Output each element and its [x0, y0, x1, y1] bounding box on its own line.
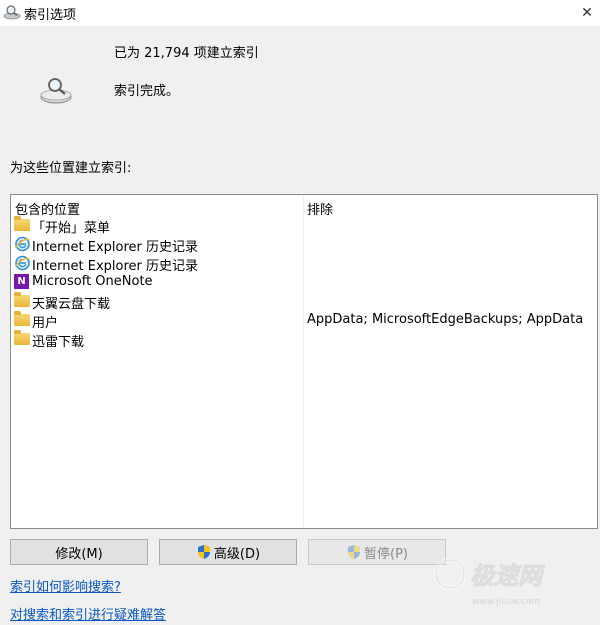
indexed-count-text: 已为 21,794 项建立索引	[114, 46, 259, 61]
advanced-button-label: 高级(D)	[213, 546, 261, 562]
troubleshoot-search-link[interactable]: 对搜索和索引进行疑难解答	[10, 604, 166, 623]
folder-icon	[14, 292, 31, 309]
location-name: 迅雷下载	[32, 335, 85, 350]
modify-button-label: 修改(M)	[55, 546, 103, 562]
window-title: 索引选项	[24, 8, 77, 23]
uac-shield-icon	[348, 545, 360, 559]
location-name: 用户	[32, 316, 59, 331]
how-indexing-affects-search-link[interactable]: 索引如何影响搜索?	[10, 576, 121, 595]
advanced-button[interactable]: 高级(D)	[159, 539, 297, 565]
uac-shield-icon	[197, 545, 210, 559]
locations-label: 为这些位置建立索引:	[10, 161, 132, 176]
location-name: Internet Explorer 历史记录	[32, 259, 199, 274]
list-item[interactable]: 迅雷下载	[11, 330, 597, 350]
magnifier-drive-icon	[3, 5, 21, 20]
list-item[interactable]: Internet Explorer 历史记录	[11, 235, 597, 255]
folder-icon	[14, 330, 31, 347]
list-item[interactable]: 天翼云盘下载	[11, 292, 597, 312]
ie-icon	[14, 236, 30, 252]
location-name: 「开始」菜单	[32, 221, 111, 236]
svg-text:极速网: 极速网	[470, 562, 546, 590]
close-button[interactable]: ✕	[574, 0, 600, 26]
folder-icon	[14, 216, 31, 233]
indexed-locations-list[interactable]: 包含的位置 排除 「开始」菜单 Internet Explorer 历史记录 I…	[10, 194, 598, 529]
list-item[interactable]: 「开始」菜单	[11, 216, 597, 236]
folder-icon	[14, 311, 31, 328]
pause-button-label: 暂停(P)	[364, 546, 408, 562]
list-item[interactable]: N Microsoft OneNote	[11, 273, 597, 292]
watermark-logo: 极速网 www.jisuw.com	[434, 558, 546, 607]
pause-button[interactable]: 暂停(P)	[308, 539, 446, 565]
svg-text:www.jisuw.com: www.jisuw.com	[472, 597, 540, 607]
ie-icon	[14, 255, 30, 271]
list-item[interactable]: Internet Explorer 历史记录	[11, 254, 597, 274]
location-name: Internet Explorer 历史记录	[32, 240, 199, 255]
close-icon: ✕	[581, 5, 593, 21]
modify-button[interactable]: 修改(M)	[10, 539, 148, 565]
onenote-icon: N	[14, 274, 31, 290]
list-item[interactable]: 用户 AppData; MicrosoftEdgeBackups; AppDat…	[11, 311, 597, 331]
indexing-status-text: 索引完成。	[114, 84, 180, 99]
title-bar: 索引选项 ✕	[0, 0, 600, 26]
location-name: 天翼云盘下载	[32, 297, 111, 312]
location-name: Microsoft OneNote	[32, 274, 153, 289]
magnifier-drive-icon	[40, 78, 72, 104]
location-exclusions: AppData; MicrosoftEdgeBackups; AppData	[307, 312, 584, 327]
